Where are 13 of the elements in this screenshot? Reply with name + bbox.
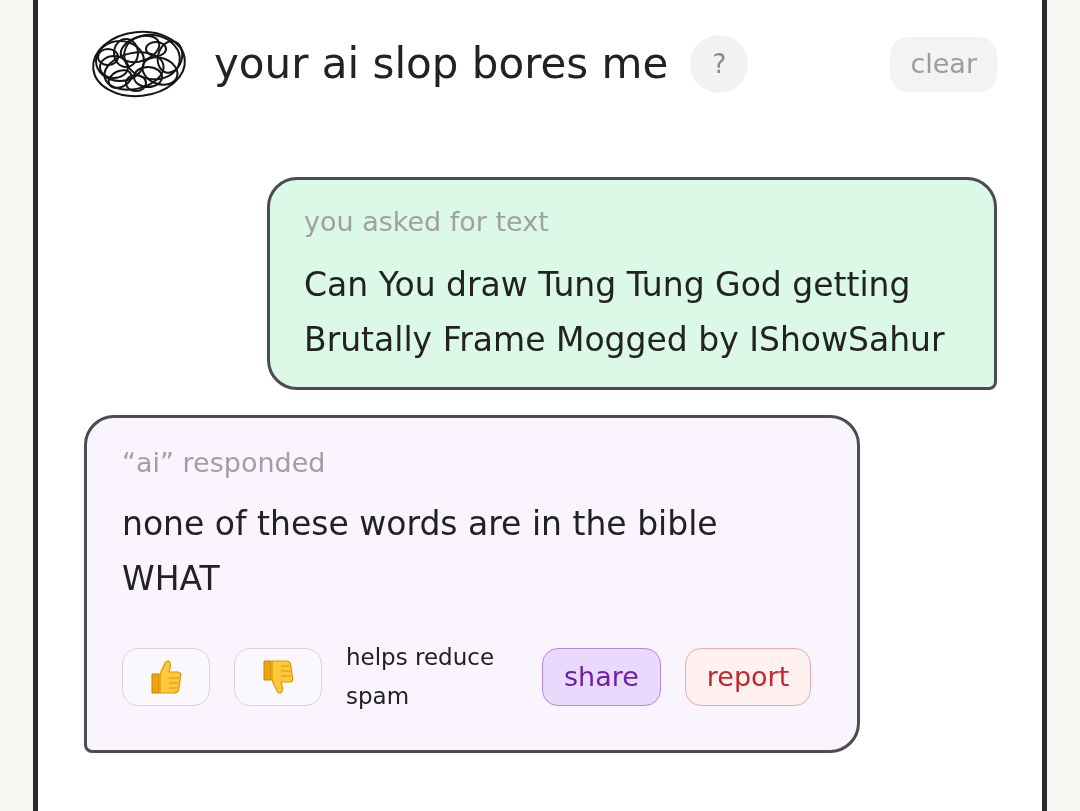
share-button[interactable]: share bbox=[542, 648, 661, 706]
app-title: your ai slop bores me bbox=[214, 39, 669, 89]
message-label: “ai” responded bbox=[122, 446, 327, 480]
thumbs-up-button[interactable] bbox=[122, 648, 210, 706]
message-text: Can You draw Tung Tung God getting Brutally Frame Mogged by IShowSahur bbox=[304, 264, 946, 361]
report-button[interactable]: report bbox=[684, 648, 812, 706]
help-button[interactable]: ? bbox=[690, 35, 749, 93]
message-label: you asked for text bbox=[304, 205, 550, 239]
message-text: none of these words are in the bible WHAT bbox=[122, 503, 719, 600]
thumbs-down-icon bbox=[261, 659, 295, 695]
thumbs-up-icon bbox=[149, 659, 183, 695]
feedback-note: helps reduce spam bbox=[346, 643, 496, 711]
thumbs-down-button[interactable] bbox=[234, 648, 322, 706]
